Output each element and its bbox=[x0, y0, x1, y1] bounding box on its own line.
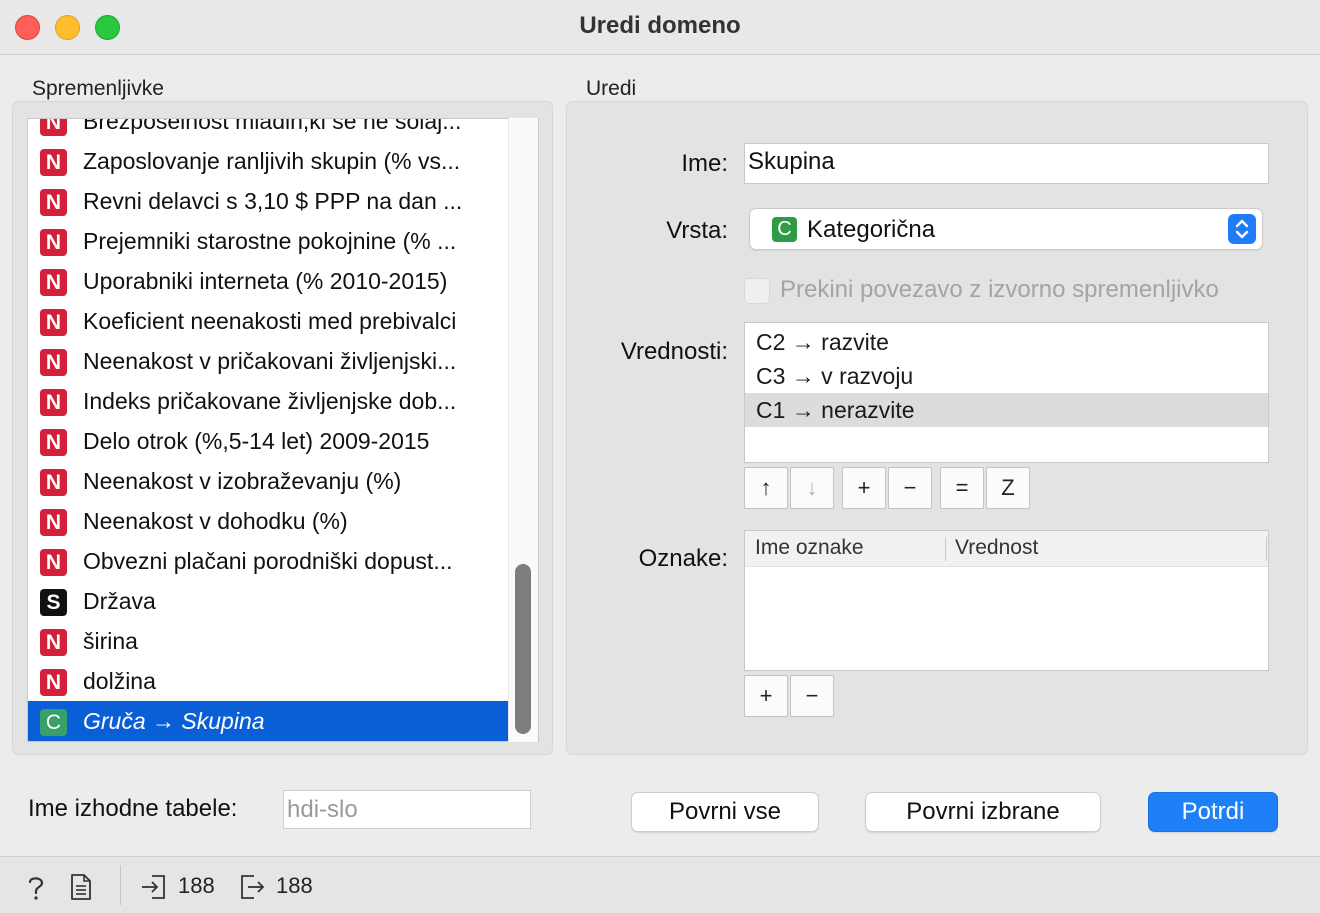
input-data-icon bbox=[140, 873, 168, 906]
numeric-variable-icon: N bbox=[40, 629, 67, 656]
numeric-variable-icon: N bbox=[40, 469, 67, 496]
variable-item[interactable]: N Obvezni plačani porodniški dopust... bbox=[28, 541, 508, 581]
add-label-button[interactable]: + bbox=[744, 675, 788, 717]
title-bar: Uredi domeno bbox=[0, 0, 1320, 55]
column-header-label-value[interactable]: Vrednost bbox=[955, 536, 1038, 560]
variable-item[interactable]: N širina bbox=[28, 621, 508, 661]
variable-label: Brezposelnost mladih,ki se ne šolaj... bbox=[83, 118, 462, 134]
labels-table[interactable]: Ime oznake Vrednost bbox=[744, 530, 1269, 671]
variable-label: Neenakost v izobraževanju (%) bbox=[83, 468, 402, 494]
add-value-button[interactable]: + bbox=[842, 467, 886, 509]
variable-item[interactable]: N Neenakost v izobraževanju (%) bbox=[28, 461, 508, 501]
numeric-variable-icon: N bbox=[40, 669, 67, 696]
column-divider bbox=[945, 537, 946, 561]
variable-item[interactable]: N Delo otrok (%,5-14 let) 2009-2015 bbox=[28, 421, 508, 461]
values-label: Vrednosti: bbox=[620, 338, 728, 365]
variable-label: širina bbox=[83, 628, 138, 654]
status-bar: 188 188 bbox=[0, 856, 1320, 913]
value-item-selected[interactable]: C1 → nerazvite bbox=[745, 393, 1268, 427]
reset-all-button[interactable]: Povrni vse bbox=[631, 792, 819, 832]
type-label: Vrsta: bbox=[666, 217, 728, 244]
labels-label: Oznake: bbox=[638, 545, 728, 572]
numeric-variable-icon: N bbox=[40, 119, 67, 136]
output-table-name-label: Ime izhodne tabele: bbox=[28, 795, 238, 822]
variable-label: dolžina bbox=[83, 668, 156, 694]
type-select[interactable]: C Kategorična bbox=[749, 208, 1263, 250]
variables-section-label: Spremenljivke bbox=[32, 77, 164, 100]
numeric-variable-icon: N bbox=[40, 229, 67, 256]
variable-item[interactable]: N Koeficient neenakosti med prebivalci bbox=[28, 301, 508, 341]
variable-label: Zaposlovanje ranljivih skupin (% vs... bbox=[83, 148, 461, 174]
variable-label: Uporabniki interneta (% 2010-2015) bbox=[83, 268, 448, 294]
variable-item[interactable]: N Indeks pričakovane življenjske dob... bbox=[28, 381, 508, 421]
unlink-source-checkbox[interactable] bbox=[744, 278, 770, 304]
variable-item[interactable]: N Zaposlovanje ranljivih skupin (% vs... bbox=[28, 141, 508, 181]
output-data-icon bbox=[238, 873, 266, 906]
variable-item[interactable]: N Neenakost v pričakovani življenjski... bbox=[28, 341, 508, 381]
numeric-variable-icon: N bbox=[40, 549, 67, 576]
categorical-type-icon: C bbox=[772, 217, 797, 242]
apply-button[interactable]: Potrdi bbox=[1148, 792, 1278, 832]
numeric-variable-icon: N bbox=[40, 189, 67, 216]
type-select-value: Kategorična bbox=[807, 216, 936, 243]
variable-label: Neenakost v pričakovani življenjski... bbox=[83, 348, 457, 374]
reset-selected-button[interactable]: Povrni izbrane bbox=[865, 792, 1101, 832]
variable-list[interactable]: N Brezposelnost mladih,ki se ne šolaj...… bbox=[27, 118, 539, 742]
unlink-source-label: Prekini povezavo z izvorno spremenljivko bbox=[780, 276, 1219, 303]
column-header-label-name[interactable]: Ime oznake bbox=[755, 536, 864, 560]
variable-label: Revni delavci s 3,10 $ PPP na dan ... bbox=[83, 188, 463, 214]
numeric-variable-icon: N bbox=[40, 149, 67, 176]
z-button[interactable]: Z bbox=[986, 467, 1030, 509]
variable-item-selected[interactable]: C Gruča → Skupina bbox=[28, 701, 508, 741]
variable-label: Koeficient neenakosti med prebivalci bbox=[83, 308, 457, 334]
remove-value-button[interactable]: − bbox=[888, 467, 932, 509]
merge-values-button[interactable]: = bbox=[940, 467, 984, 509]
output-table-name-input[interactable]: hdi-slo bbox=[283, 790, 531, 829]
column-divider bbox=[1266, 537, 1267, 561]
variable-label: Obvezni plačani porodniški dopust... bbox=[83, 548, 453, 574]
variable-list-scroll-thumb[interactable] bbox=[515, 564, 531, 734]
numeric-variable-icon: N bbox=[40, 349, 67, 376]
variable-item[interactable]: N Prejemniki starostne pokojnine (% ... bbox=[28, 221, 508, 261]
variable-item[interactable]: N Uporabniki interneta (% 2010-2015) bbox=[28, 261, 508, 301]
input-count: 188 bbox=[178, 873, 215, 898]
move-up-button[interactable]: ↑ bbox=[744, 467, 788, 509]
variable-item[interactable]: N Neenakost v dohodku (%) bbox=[28, 501, 508, 541]
move-down-button[interactable]: ↓ bbox=[790, 467, 834, 509]
edit-domain-window: Uredi domeno Spremenljivke N Brezposelno… bbox=[0, 0, 1320, 913]
window-title: Uredi domeno bbox=[579, 12, 741, 39]
variable-label: Prejemniki starostne pokojnine (% ... bbox=[83, 228, 457, 254]
variable-label: Gruča → Skupina bbox=[83, 708, 265, 734]
edit-section-label: Uredi bbox=[586, 77, 637, 100]
numeric-variable-icon: N bbox=[40, 389, 67, 416]
status-divider bbox=[120, 865, 121, 905]
value-item[interactable]: C3 → v razvoju bbox=[745, 359, 1268, 393]
numeric-variable-icon: N bbox=[40, 269, 67, 296]
variable-item[interactable]: N Revni delavci s 3,10 $ PPP na dan ... bbox=[28, 181, 508, 221]
categorical-variable-icon: C bbox=[40, 709, 67, 736]
remove-label-button[interactable]: − bbox=[790, 675, 834, 717]
numeric-variable-icon: N bbox=[40, 509, 67, 536]
numeric-variable-icon: N bbox=[40, 429, 67, 456]
labels-table-header: Ime oznake Vrednost bbox=[745, 531, 1268, 567]
variable-item[interactable]: N dolžina bbox=[28, 661, 508, 701]
values-list[interactable]: C2 → razvite C3 → v razvoju C1 → nerazvi… bbox=[744, 322, 1269, 463]
variable-item[interactable]: N Brezposelnost mladih,ki se ne šolaj... bbox=[28, 118, 508, 141]
name-input[interactable]: Skupina bbox=[744, 143, 1269, 184]
output-count: 188 bbox=[276, 873, 313, 898]
numeric-variable-icon: N bbox=[40, 309, 67, 336]
variable-label: Indeks pričakovane življenjske dob... bbox=[83, 388, 457, 414]
value-item[interactable]: C2 → razvite bbox=[745, 325, 1268, 359]
variable-label: Neenakost v dohodku (%) bbox=[83, 508, 348, 534]
variable-label: Delo otrok (%,5-14 let) 2009-2015 bbox=[83, 428, 430, 454]
help-icon[interactable] bbox=[22, 873, 50, 906]
variable-item[interactable]: S Država bbox=[28, 581, 508, 621]
report-icon[interactable] bbox=[68, 873, 94, 906]
name-label: Ime: bbox=[681, 150, 728, 177]
variable-label: Država bbox=[83, 588, 156, 614]
select-arrows-icon bbox=[1228, 214, 1256, 244]
string-variable-icon: S bbox=[40, 589, 67, 616]
